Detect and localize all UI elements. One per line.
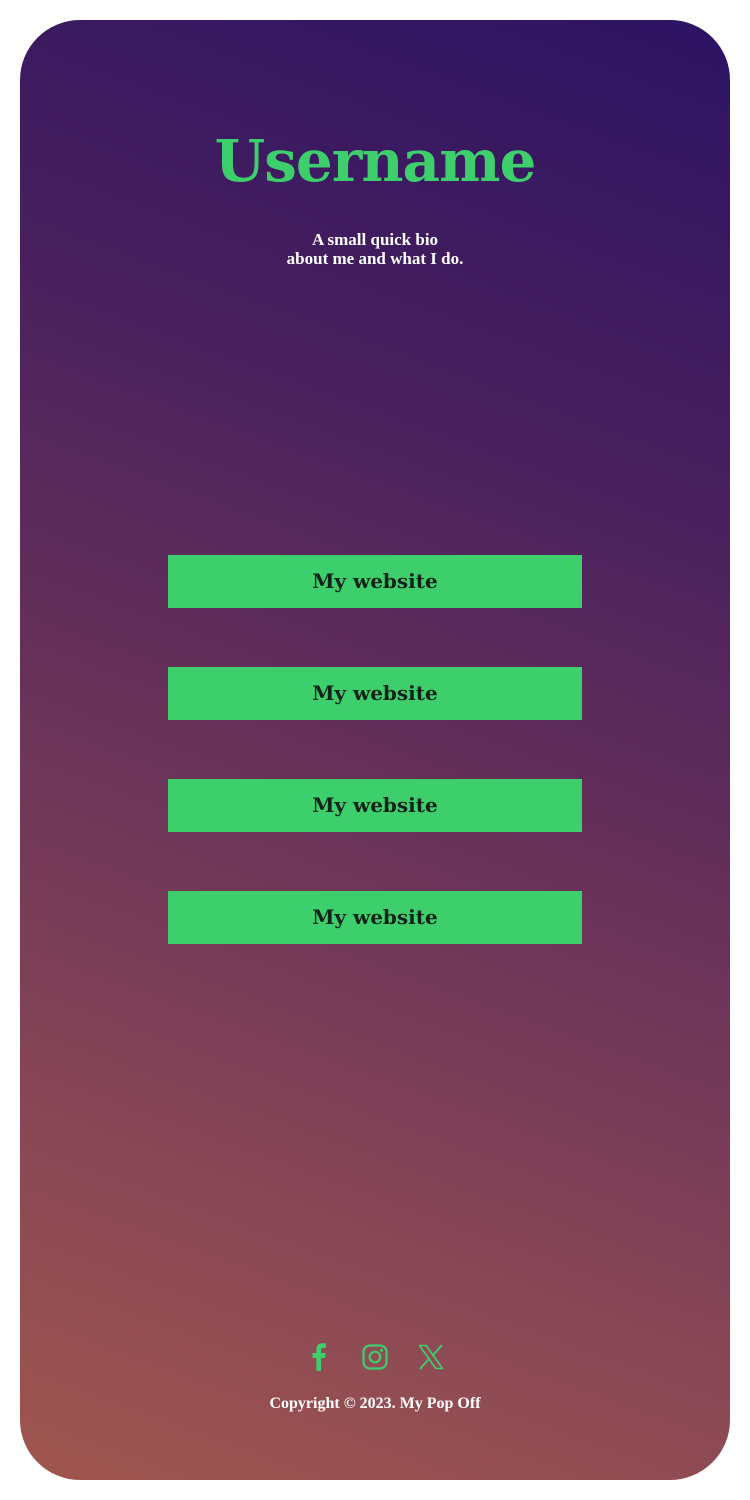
instagram-icon[interactable] xyxy=(361,1342,389,1372)
bio-line-1: A small quick bio xyxy=(311,230,439,249)
username-heading: Username xyxy=(214,127,537,195)
profile-card: Username A small quick bio about me and … xyxy=(20,20,730,1480)
link-button-4[interactable]: My website xyxy=(168,891,582,944)
link-list: My website My website My website My webs… xyxy=(168,555,582,1003)
link-button-3[interactable]: My website xyxy=(168,779,582,832)
link-button-1[interactable]: My website xyxy=(168,555,582,608)
x-icon[interactable] xyxy=(417,1342,445,1372)
link-button-2[interactable]: My website xyxy=(168,667,582,720)
facebook-icon[interactable] xyxy=(305,1342,333,1372)
social-links xyxy=(20,1342,730,1372)
copyright-text: Copyright © 2023. My Pop Off xyxy=(269,1395,481,1412)
bio-line-2: about me and what I do. xyxy=(286,249,464,268)
bio-text: A small quick bio about me and what I do… xyxy=(20,230,730,268)
